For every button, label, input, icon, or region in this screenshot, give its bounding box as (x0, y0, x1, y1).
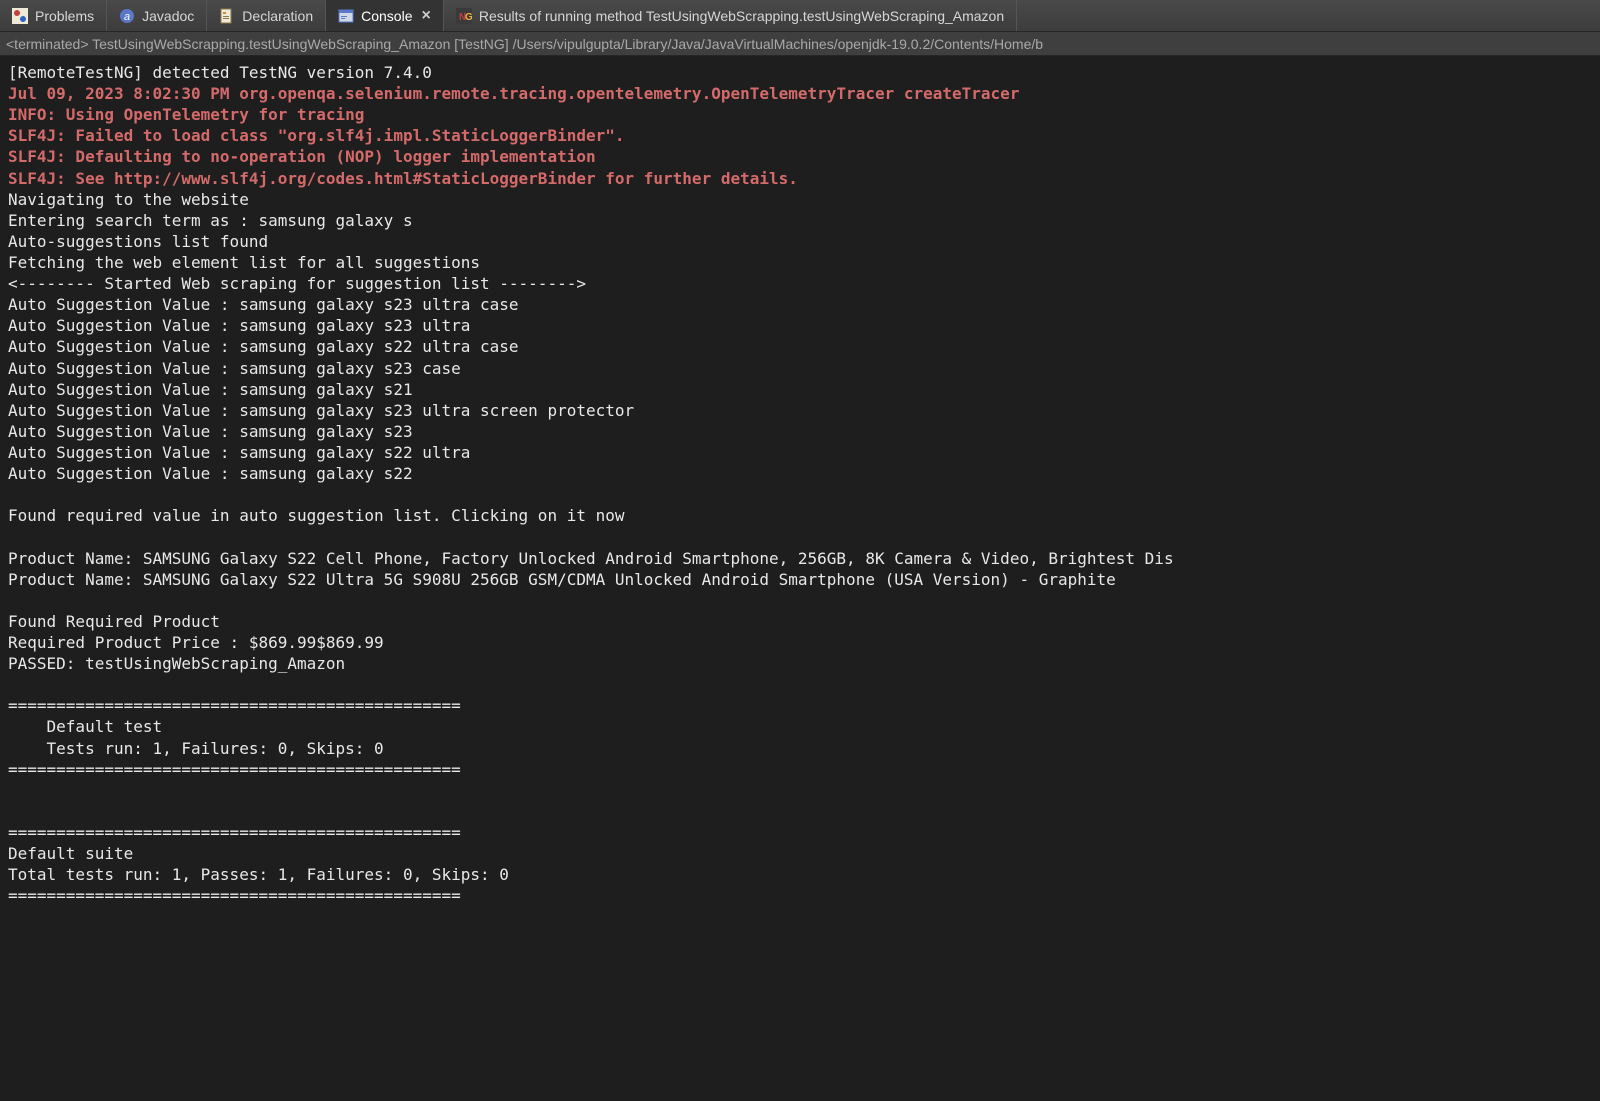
tab-declaration[interactable]: Declaration (207, 0, 326, 31)
javadoc-icon: a (119, 8, 135, 24)
testng-icon: N G (456, 8, 472, 24)
console-line (8, 674, 1592, 695)
console-line: Default test (8, 716, 1592, 737)
console-line: ========================================… (8, 695, 1592, 716)
tab-label: Javadoc (142, 8, 194, 24)
console-line: Auto-suggestions list found (8, 231, 1592, 252)
tab-label: Problems (35, 8, 94, 24)
tab-console[interactable]: Console × (326, 0, 444, 31)
tab-problems[interactable]: Problems (0, 0, 107, 31)
console-line: Found required value in auto suggestion … (8, 505, 1592, 526)
console-line: Auto Suggestion Value : samsung galaxy s… (8, 463, 1592, 484)
console-line (8, 526, 1592, 547)
view-tabbar: Problems a Javadoc Declaration (0, 0, 1600, 32)
console-line: ========================================… (8, 759, 1592, 780)
tab-results[interactable]: N G Results of running method TestUsingW… (444, 0, 1017, 31)
console-line: Tests run: 1, Failures: 0, Skips: 0 (8, 738, 1592, 759)
close-icon[interactable]: × (422, 8, 431, 24)
console-line: Auto Suggestion Value : samsung galaxy s… (8, 315, 1592, 336)
tab-label: Declaration (242, 8, 313, 24)
console-line: SLF4J: Defaulting to no-operation (NOP) … (8, 146, 1592, 167)
console-line: Product Name: SAMSUNG Galaxy S22 Cell Ph… (8, 548, 1592, 569)
svg-text:G: G (465, 12, 472, 23)
console-status: <terminated> TestUsingWebScrapping.testU… (0, 32, 1600, 56)
console-line: SLF4J: See http://www.slf4j.org/codes.ht… (8, 168, 1592, 189)
console-line (8, 590, 1592, 611)
console-line: SLF4J: Failed to load class "org.slf4j.i… (8, 125, 1592, 146)
console-line: Entering search term as : samsung galaxy… (8, 210, 1592, 231)
console-line: Default suite (8, 843, 1592, 864)
console-line (8, 801, 1592, 822)
console-line: Auto Suggestion Value : samsung galaxy s… (8, 400, 1592, 421)
console-line (8, 780, 1592, 801)
console-line: Auto Suggestion Value : samsung galaxy s… (8, 294, 1592, 315)
console-line (8, 484, 1592, 505)
console-status-text: <terminated> TestUsingWebScrapping.testU… (6, 36, 1043, 52)
console-line: PASSED: testUsingWebScraping_Amazon (8, 653, 1592, 674)
console-line: Required Product Price : $869.99$869.99 (8, 632, 1592, 653)
console-line: <-------- Started Web scraping for sugge… (8, 273, 1592, 294)
console-line: Found Required Product (8, 611, 1592, 632)
console-line: Fetching the web element list for all su… (8, 252, 1592, 273)
console-line: Auto Suggestion Value : samsung galaxy s… (8, 421, 1592, 442)
console-line: ========================================… (8, 885, 1592, 906)
problems-icon (12, 8, 28, 24)
tab-label: Console (361, 8, 412, 24)
tab-label: Results of running method TestUsingWebSc… (479, 8, 1004, 24)
svg-text:a: a (124, 11, 130, 23)
console-line: Auto Suggestion Value : samsung galaxy s… (8, 336, 1592, 357)
console-line: Auto Suggestion Value : samsung galaxy s… (8, 379, 1592, 400)
console-line: Product Name: SAMSUNG Galaxy S22 Ultra 5… (8, 569, 1592, 590)
console-line: [RemoteTestNG] detected TestNG version 7… (8, 62, 1592, 83)
console-line: Total tests run: 1, Passes: 1, Failures:… (8, 864, 1592, 885)
declaration-icon (219, 8, 235, 24)
console-line: INFO: Using OpenTelemetry for tracing (8, 104, 1592, 125)
console-line: Auto Suggestion Value : samsung galaxy s… (8, 358, 1592, 379)
console-icon (338, 8, 354, 24)
console-line: Auto Suggestion Value : samsung galaxy s… (8, 442, 1592, 463)
console-line: Navigating to the website (8, 189, 1592, 210)
console-line: Jul 09, 2023 8:02:30 PM org.openqa.selen… (8, 83, 1592, 104)
console-line: ========================================… (8, 822, 1592, 843)
console-output[interactable]: [RemoteTestNG] detected TestNG version 7… (0, 56, 1600, 1101)
tab-javadoc[interactable]: a Javadoc (107, 0, 207, 31)
